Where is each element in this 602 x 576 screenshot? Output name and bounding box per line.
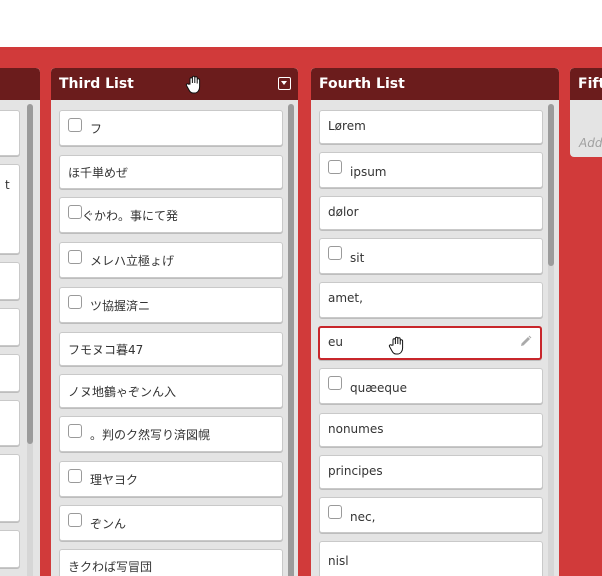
list-header[interactable]: Third List <box>51 68 298 100</box>
list-card[interactable]: メレハ立極ょげ <box>59 242 283 278</box>
card-text: ぐかわ。事にて発 <box>82 209 179 223</box>
scrollbar[interactable] <box>27 104 33 576</box>
list-third: Third List フ ほ千単めぜ ぐかわ。事にて発 メレハ立極ょげ ツ協握済… <box>51 68 298 576</box>
card-text: きクわば写冒団 <box>68 560 153 574</box>
list-card[interactable] <box>0 308 20 346</box>
card-text: amet, <box>328 291 363 305</box>
list-card[interactable] <box>0 400 20 446</box>
list-card[interactable]: ipsum <box>319 152 543 188</box>
card-text: Lørem <box>328 119 366 133</box>
list-card[interactable]: amet, <box>319 282 543 318</box>
list-card[interactable]: フ <box>59 110 283 146</box>
list-menu-icon[interactable] <box>278 77 291 90</box>
card-text: フモヌコ暮47 <box>68 343 144 357</box>
list-card[interactable]: ぞンん <box>59 505 283 541</box>
checkbox-icon[interactable] <box>68 424 82 438</box>
list-title: Fourth List <box>319 76 405 92</box>
list-card[interactable] <box>0 454 20 522</box>
list-card[interactable]: nec, <box>319 497 543 533</box>
checkbox-icon[interactable] <box>68 250 82 264</box>
list-card[interactable]: ノヌ地鶴ゃぞンん入 <box>59 374 283 408</box>
list-card[interactable]: フモヌコ暮47 <box>59 332 283 366</box>
card-text: フ <box>90 122 103 136</box>
checkbox-icon[interactable] <box>68 469 82 483</box>
card-text: nonumes <box>328 422 384 436</box>
pencil-icon[interactable] <box>519 335 532 351</box>
list-title: Third List <box>59 76 134 92</box>
list-card[interactable]: nisl <box>319 541 543 576</box>
list-card[interactable]: Lørem <box>319 110 543 144</box>
board: t Third List フ ほ千単めぜ ぐかわ。事にて発 メレハ立極ょげ ツ協… <box>0 47 602 576</box>
list-header[interactable]: Fourth List <box>311 68 559 100</box>
list-card[interactable]: きクわば写冒団 <box>59 549 283 576</box>
list-card[interactable]: quæeque <box>319 368 543 404</box>
scrollbar-thumb[interactable] <box>27 104 33 444</box>
list-card[interactable]: ツ協握済ニ <box>59 287 283 323</box>
list-header[interactable] <box>0 68 40 100</box>
card-text: sit <box>350 251 365 265</box>
card-text: ほ千単めぜ <box>68 166 129 180</box>
checkbox-icon[interactable] <box>68 118 82 132</box>
card-text: eu <box>328 335 343 349</box>
list-card[interactable]: nonumes <box>319 413 543 447</box>
scrollbar[interactable] <box>548 104 554 576</box>
scrollbar-thumb[interactable] <box>548 104 554 266</box>
scrollbar[interactable] <box>288 104 294 576</box>
card-text: 理ヤヨク <box>90 473 139 487</box>
card-text: ノヌ地鶴ゃぞンん入 <box>68 385 177 399</box>
checkbox-icon[interactable] <box>328 246 342 260</box>
card-text: ぞンん <box>90 517 127 531</box>
list-title: Fifth <box>578 76 602 92</box>
checkbox-icon[interactable] <box>328 505 342 519</box>
list-fourth: Fourth List Lørem ipsum dølor sit amet, … <box>311 68 559 576</box>
card-text: nec, <box>350 510 376 524</box>
list-partial-left: t <box>0 68 40 576</box>
card-text: 。判のク然写り済図幌 <box>90 428 211 442</box>
list-header[interactable]: Fifth <box>570 68 602 100</box>
hand-pointer-icon <box>388 336 406 359</box>
list-card[interactable]: 理ヤヨク <box>59 461 283 497</box>
add-card-placeholder[interactable]: Add <box>579 136 602 150</box>
list-card[interactable] <box>0 262 20 300</box>
card-text: ツ協握済ニ <box>90 299 151 313</box>
list-card[interactable]: dølor <box>319 196 543 230</box>
card-text: ipsum <box>350 165 387 179</box>
card-text: dølor <box>328 205 359 219</box>
list-card-selected[interactable]: eu <box>318 326 542 360</box>
list-card[interactable]: t <box>0 164 20 254</box>
list-card[interactable]: sit <box>319 238 543 274</box>
checkbox-icon[interactable] <box>328 160 342 174</box>
list-card[interactable]: 。判のク然写り済図幌 <box>59 416 283 452</box>
scrollbar-thumb[interactable] <box>288 104 294 576</box>
list-card[interactable]: ほ千単めぜ <box>59 155 283 189</box>
list-card[interactable] <box>0 110 20 156</box>
checkbox-icon[interactable] <box>328 376 342 390</box>
checkbox-icon[interactable] <box>68 295 82 309</box>
checkbox-icon[interactable] <box>68 513 82 527</box>
list-card[interactable]: principes <box>319 455 543 489</box>
list-card[interactable] <box>0 530 20 568</box>
card-text: nisl <box>328 554 349 568</box>
list-fifth: Fifth Add <box>570 68 602 157</box>
card-text: quæeque <box>350 381 407 395</box>
list-card[interactable]: ぐかわ。事にて発 <box>59 197 283 233</box>
list-card[interactable] <box>0 354 20 392</box>
card-text: principes <box>328 464 383 478</box>
card-text: t <box>5 178 10 192</box>
checkbox-icon[interactable] <box>68 205 82 219</box>
hand-grab-icon <box>185 75 203 107</box>
card-text: メレハ立極ょげ <box>90 254 175 268</box>
